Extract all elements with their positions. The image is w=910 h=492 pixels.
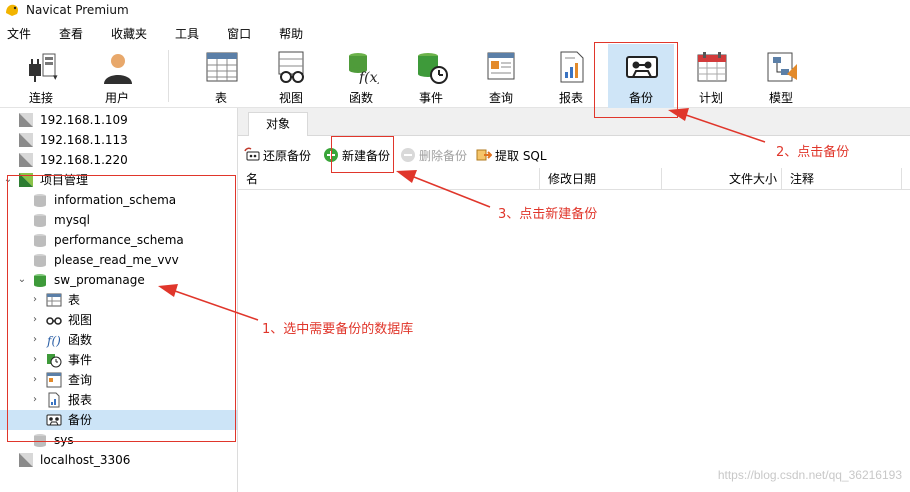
watermark: https://blog.csdn.net/qq_36216193 [717, 468, 902, 482]
user-label: 用户 [104, 91, 129, 105]
table-icon [206, 52, 238, 82]
table-button[interactable]: 表 [188, 44, 254, 108]
delete-icon [401, 148, 415, 162]
extract-sql-label: 提取 SQL [495, 148, 547, 163]
table-label: 表 [214, 91, 227, 105]
calendar-icon [697, 52, 727, 82]
schedule-label: 计划 [698, 91, 723, 105]
connect-button[interactable]: ▾ 连接 [8, 44, 74, 108]
user-icon [104, 54, 132, 84]
restore-backup-label: 还原备份 [263, 148, 312, 163]
tree-connection[interactable]: 192.168.1.113 [0, 130, 237, 150]
function-icon: f(x) [349, 53, 379, 84]
title-bar: Navicat Premium [0, 0, 910, 20]
view-label: 视图 [278, 91, 303, 105]
tree-connection[interactable]: 192.168.1.220 [0, 150, 237, 170]
menu-tools[interactable]: 工具 [168, 25, 206, 42]
svg-text:▾: ▾ [53, 73, 58, 83]
svg-text:f(x): f(x) [358, 70, 379, 84]
menu-favorites[interactable]: 收藏夹 [104, 25, 154, 42]
navicat-window: Navicat Premium 文件 查看 收藏夹 工具 窗口 帮助 ▾ 连接 [0, 0, 910, 492]
query-icon [487, 52, 515, 80]
model-label: 模型 [768, 91, 793, 105]
tree-connection[interactable]: localhost_3306 [0, 450, 237, 470]
annotation-box-database [7, 175, 236, 442]
connection-icon [19, 453, 33, 467]
schedule-button[interactable]: 计划 [678, 44, 744, 108]
tree-connection[interactable]: 192.168.1.109 [0, 110, 237, 130]
function-button[interactable]: f(x) 函数 [328, 44, 394, 108]
event-label: 事件 [418, 91, 443, 105]
menu-window[interactable]: 窗口 [220, 25, 258, 42]
object-list [238, 191, 910, 492]
column-comment[interactable]: 注释 [782, 168, 902, 190]
delete-backup-label: 删除备份 [419, 148, 468, 163]
extract-sql-button[interactable]: 提取 SQL [476, 146, 547, 164]
query-button[interactable]: 查询 [468, 44, 534, 108]
annotation-box-backup [594, 42, 678, 118]
navicat-logo-icon [6, 4, 18, 16]
annotation-step1: 1、选中需要备份的数据库 [262, 322, 414, 337]
connection-icon [19, 153, 33, 167]
view-button[interactable]: 视图 [258, 44, 324, 108]
restore-backup-button[interactable]: 还原备份 [244, 146, 311, 164]
model-icon [767, 52, 797, 82]
restore-icon [244, 147, 260, 161]
column-modified[interactable]: 修改日期 [540, 168, 662, 190]
event-icon [418, 53, 448, 84]
plug-icon: ▾ [29, 53, 58, 83]
report-icon [560, 51, 584, 83]
connection-icon [19, 133, 33, 147]
menu-bar: 文件 查看 收藏夹 工具 窗口 帮助 [0, 22, 910, 44]
menu-view[interactable]: 查看 [52, 25, 90, 42]
connect-label: 连接 [28, 91, 53, 105]
column-size[interactable]: 文件大小 [662, 168, 782, 190]
annotation-step2: 2、点击备份 [776, 145, 850, 160]
function-label: 函数 [348, 91, 373, 105]
event-button[interactable]: 事件 [398, 44, 464, 108]
menu-file[interactable]: 文件 [0, 25, 38, 42]
user-button[interactable]: 用户 [84, 44, 150, 108]
main-toolbar: ▾ 连接 用户 表 视图 f(x 函数 事件 查询 报表 备份 计划 模型 [0, 44, 910, 108]
view-icon [278, 51, 304, 83]
annotation-box-new-backup [331, 136, 394, 173]
delete-backup-button[interactable]: 删除备份 [400, 146, 467, 164]
toolbar-separator [168, 50, 169, 102]
connection-icon [19, 113, 33, 127]
query-label: 查询 [488, 91, 513, 105]
menu-help[interactable]: 帮助 [272, 25, 310, 42]
tab-objects[interactable]: 对象 [248, 112, 308, 136]
annotation-step3: 3、点击新建备份 [498, 207, 598, 222]
model-button[interactable]: 模型 [748, 44, 814, 108]
window-title: Navicat Premium [26, 3, 129, 17]
tab-strip: 对象 [238, 108, 910, 136]
extract-sql-icon [476, 149, 492, 161]
